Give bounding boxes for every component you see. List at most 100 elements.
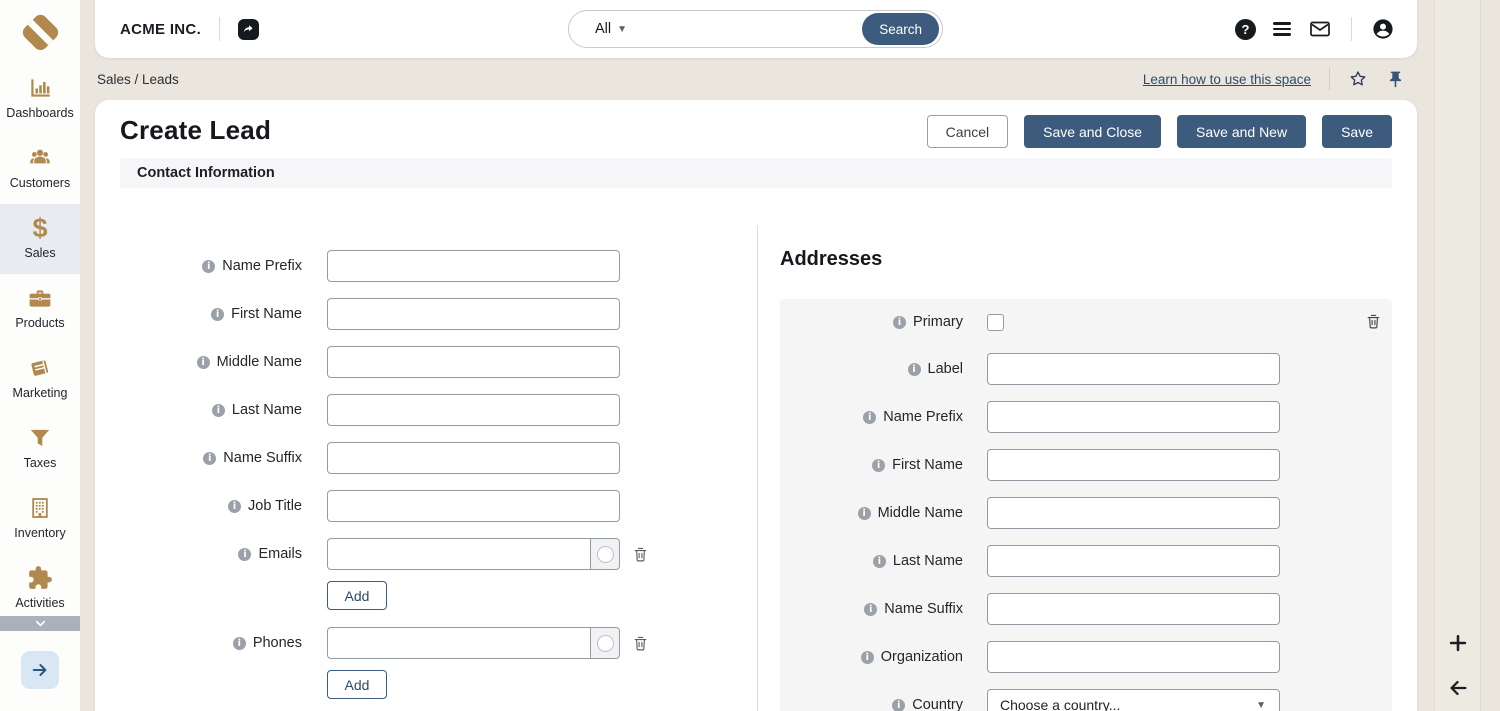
info-icon[interactable]: i	[228, 500, 241, 513]
sidebar-item-label: Sales	[24, 246, 55, 260]
menu-icon[interactable]	[1273, 22, 1291, 36]
info-icon[interactable]: i	[908, 363, 921, 376]
cancel-button[interactable]: Cancel	[927, 115, 1009, 148]
phone-delete-icon[interactable]	[632, 635, 649, 652]
info-icon[interactable]: i	[197, 356, 210, 369]
address-middle-name-input[interactable]	[987, 497, 1280, 529]
sidebar-item-inventory[interactable]: Inventory	[0, 484, 80, 554]
sidebar-expand-button[interactable]	[21, 651, 59, 689]
search-button[interactable]: Search	[862, 13, 939, 45]
sidebar-item-label: Activities	[15, 596, 64, 610]
info-icon[interactable]: i	[873, 555, 886, 568]
addresses-title: Addresses	[780, 248, 1417, 271]
form-row: iLabel	[780, 353, 1392, 385]
field-label: Name Prefix	[222, 258, 302, 274]
mail-icon[interactable]	[1308, 17, 1332, 41]
sidebar: Dashboards Customers $ Sales Products	[0, 0, 80, 711]
back-arrow-icon[interactable]	[1447, 677, 1469, 699]
form-row: iEmails	[95, 538, 757, 570]
customers-people-icon	[27, 145, 53, 171]
name-suffix-input[interactable]	[327, 442, 620, 474]
country-select[interactable]: Choose a country... ▼	[987, 689, 1280, 711]
address-organization-input[interactable]	[987, 641, 1280, 673]
sidebar-item-products[interactable]: Products	[0, 274, 80, 344]
form-row: iMiddle Name	[780, 497, 1392, 529]
address-label-input[interactable]	[987, 353, 1280, 385]
address-name-suffix-input[interactable]	[987, 593, 1280, 625]
form-row: iMiddle Name	[95, 346, 757, 378]
sidebar-item-sales[interactable]: $ Sales	[0, 204, 80, 274]
field-label: First Name	[231, 306, 302, 322]
add-email-button[interactable]: Add	[327, 581, 387, 610]
email-input[interactable]	[327, 538, 591, 570]
address-name-prefix-input[interactable]	[987, 401, 1280, 433]
puzzle-icon	[27, 565, 53, 591]
sidebar-item-label: Taxes	[24, 456, 57, 470]
briefcase-icon	[27, 285, 53, 311]
form-row: iPrimary	[780, 307, 1392, 337]
field-label: Country	[912, 697, 963, 711]
first-name-input[interactable]	[327, 298, 620, 330]
funnel-icon	[27, 425, 53, 451]
search-filter-dropdown[interactable]: All ▼	[569, 21, 627, 37]
learn-space-link[interactable]: Learn how to use this space	[1143, 72, 1311, 87]
share-icon[interactable]	[238, 19, 259, 40]
phone-input[interactable]	[327, 627, 591, 659]
info-icon[interactable]: i	[892, 699, 905, 711]
pin-icon[interactable]	[1386, 70, 1405, 89]
add-phone-button[interactable]: Add	[327, 670, 387, 699]
top-header: ACME INC. All ▼ Search ?	[95, 0, 1417, 58]
save-button[interactable]: Save	[1322, 115, 1392, 148]
info-icon[interactable]: i	[864, 603, 877, 616]
info-icon[interactable]: i	[893, 316, 906, 329]
save-and-close-button[interactable]: Save and Close	[1024, 115, 1161, 148]
info-icon[interactable]: i	[233, 637, 246, 650]
form-row: iName Suffix	[95, 442, 757, 474]
field-label: Job Title	[248, 498, 302, 514]
phone-primary-radio[interactable]	[591, 627, 620, 659]
info-icon[interactable]: i	[863, 411, 876, 424]
middle-name-input[interactable]	[327, 346, 620, 378]
name-prefix-input[interactable]	[327, 250, 620, 282]
sidebar-item-taxes[interactable]: Taxes	[0, 414, 80, 484]
sidebar-item-dashboards[interactable]: Dashboards	[0, 64, 80, 134]
save-and-new-button[interactable]: Save and New	[1177, 115, 1306, 148]
email-delete-icon[interactable]	[632, 546, 649, 563]
company-name: ACME INC.	[120, 21, 201, 38]
address-delete-icon[interactable]	[1365, 313, 1382, 330]
field-label: First Name	[892, 457, 963, 473]
account-icon[interactable]	[1371, 17, 1395, 41]
sidebar-item-activities[interactable]: Activities	[0, 554, 80, 624]
job-title-input[interactable]	[327, 490, 620, 522]
primary-checkbox[interactable]	[987, 314, 1004, 331]
sidebar-item-label: Marketing	[13, 386, 68, 400]
info-icon[interactable]: i	[202, 260, 215, 273]
star-icon[interactable]	[1348, 69, 1368, 89]
info-icon[interactable]: i	[211, 308, 224, 321]
radio-icon	[597, 635, 614, 652]
info-icon[interactable]: i	[238, 548, 251, 561]
sidebar-collapse-bar[interactable]	[0, 616, 80, 631]
sidebar-item-customers[interactable]: Customers	[0, 134, 80, 204]
header-divider	[1351, 17, 1352, 41]
info-icon[interactable]: i	[861, 651, 874, 664]
sidebar-item-marketing[interactable]: Marketing	[0, 344, 80, 414]
info-icon[interactable]: i	[203, 452, 216, 465]
address-first-name-input[interactable]	[987, 449, 1280, 481]
email-primary-radio[interactable]	[591, 538, 620, 570]
form-row: iPhones	[95, 627, 757, 659]
address-last-name-input[interactable]	[987, 545, 1280, 577]
info-icon[interactable]: i	[872, 459, 885, 472]
app-logo[interactable]	[0, 0, 80, 64]
info-icon[interactable]: i	[858, 507, 871, 520]
field-label: Name Suffix	[884, 601, 963, 617]
field-label: Last Name	[232, 402, 302, 418]
help-icon[interactable]: ?	[1235, 19, 1256, 40]
add-new-icon[interactable]	[1447, 632, 1469, 654]
info-icon[interactable]: i	[212, 404, 225, 417]
field-label: Last Name	[893, 553, 963, 569]
chevron-down-icon: ▼	[1256, 700, 1266, 711]
breadcrumb[interactable]: Sales / Leads	[95, 72, 179, 87]
last-name-input[interactable]	[327, 394, 620, 426]
contact-information-header[interactable]: Contact Information	[120, 158, 1392, 188]
